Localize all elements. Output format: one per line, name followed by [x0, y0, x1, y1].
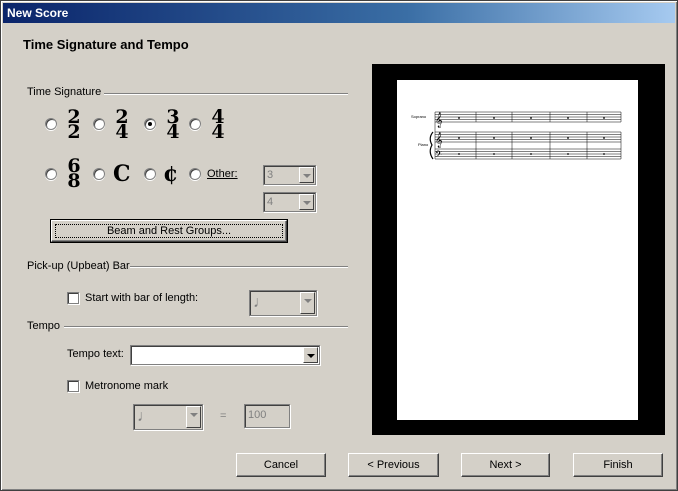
- quarter-note-icon: ♩: [253, 294, 269, 311]
- radio-3-4[interactable]: [144, 118, 156, 130]
- time-sig-3-4: 34: [166, 106, 180, 143]
- score-preview-page: 𝄞 𝄞 𝄢 Soprano Piano: [397, 80, 638, 420]
- equals-sign: =: [220, 410, 227, 422]
- tempo-text-label: Tempo text:: [67, 348, 124, 360]
- radio-2-4[interactable]: [93, 118, 105, 130]
- title-bar: New Score: [3, 3, 675, 23]
- other-label: Other:: [207, 168, 238, 180]
- score-preview-staves: 𝄞 𝄞 𝄢 Soprano Piano: [411, 111, 622, 162]
- time-sig-2-2: 22: [67, 106, 81, 143]
- radio-2-2[interactable]: [45, 118, 57, 130]
- metronome-label: Metronome mark: [85, 380, 169, 392]
- chevron-down-icon[interactable]: [186, 406, 201, 428]
- finish-button[interactable]: Finish: [573, 453, 663, 477]
- tempo-group-label: Tempo: [27, 320, 61, 332]
- beam-rest-groups-button[interactable]: Beam and Rest Groups...: [50, 219, 288, 243]
- previous-button[interactable]: < Previous: [348, 453, 439, 477]
- chevron-down-icon[interactable]: [303, 347, 318, 363]
- other-top-select[interactable]: 3: [263, 165, 316, 185]
- chevron-down-icon[interactable]: [300, 292, 315, 314]
- time-sig-6-8: 68: [67, 155, 81, 192]
- radio-4-4[interactable]: [189, 118, 201, 130]
- chevron-down-icon[interactable]: [299, 167, 314, 183]
- window-title: New Score: [7, 6, 69, 20]
- piano-label: Piano: [418, 142, 429, 147]
- time-signature-divider: [104, 93, 348, 95]
- focus-rect: [55, 224, 283, 238]
- common-time-icon: C: [113, 161, 131, 187]
- svg-text:𝄞: 𝄞: [435, 133, 443, 148]
- svg-text:𝄞: 𝄞: [435, 113, 443, 128]
- chevron-down-icon[interactable]: [299, 194, 314, 210]
- metronome-note-select[interactable]: ♩: [133, 404, 203, 430]
- tempo-text-select[interactable]: [130, 345, 320, 365]
- bpm-field[interactable]: 100: [244, 404, 290, 428]
- soprano-label: Soprano: [411, 114, 427, 119]
- time-sig-2-4: 24: [115, 106, 129, 143]
- radio-common-time[interactable]: [93, 168, 105, 180]
- next-button[interactable]: Next >: [461, 453, 550, 477]
- pickup-divider: [130, 266, 348, 268]
- tempo-divider: [64, 326, 348, 328]
- cancel-button[interactable]: Cancel: [236, 453, 326, 477]
- svg-text:𝄢: 𝄢: [435, 149, 442, 162]
- radio-6-8[interactable]: [45, 168, 57, 180]
- time-signature-group-label: Time Signature: [27, 86, 102, 98]
- time-sig-4-4: 44: [211, 106, 225, 143]
- cut-time-icon: ¢: [163, 161, 179, 187]
- pickup-checkbox-label: Start with bar of length:: [85, 292, 199, 304]
- pickup-checkbox[interactable]: [67, 292, 79, 304]
- other-bottom-select[interactable]: 4: [263, 192, 316, 212]
- radio-cut-time[interactable]: [144, 168, 156, 180]
- pickup-length-select[interactable]: ♩: [249, 290, 317, 316]
- radio-other[interactable]: [189, 168, 201, 180]
- header-area: Time Signature and Tempo: [3, 23, 675, 59]
- quarter-note-icon: ♩: [137, 408, 153, 425]
- page-title: Time Signature and Tempo: [23, 37, 189, 52]
- pickup-group-label: Pick-up (Upbeat) Bar: [27, 260, 130, 272]
- metronome-checkbox[interactable]: [67, 380, 79, 392]
